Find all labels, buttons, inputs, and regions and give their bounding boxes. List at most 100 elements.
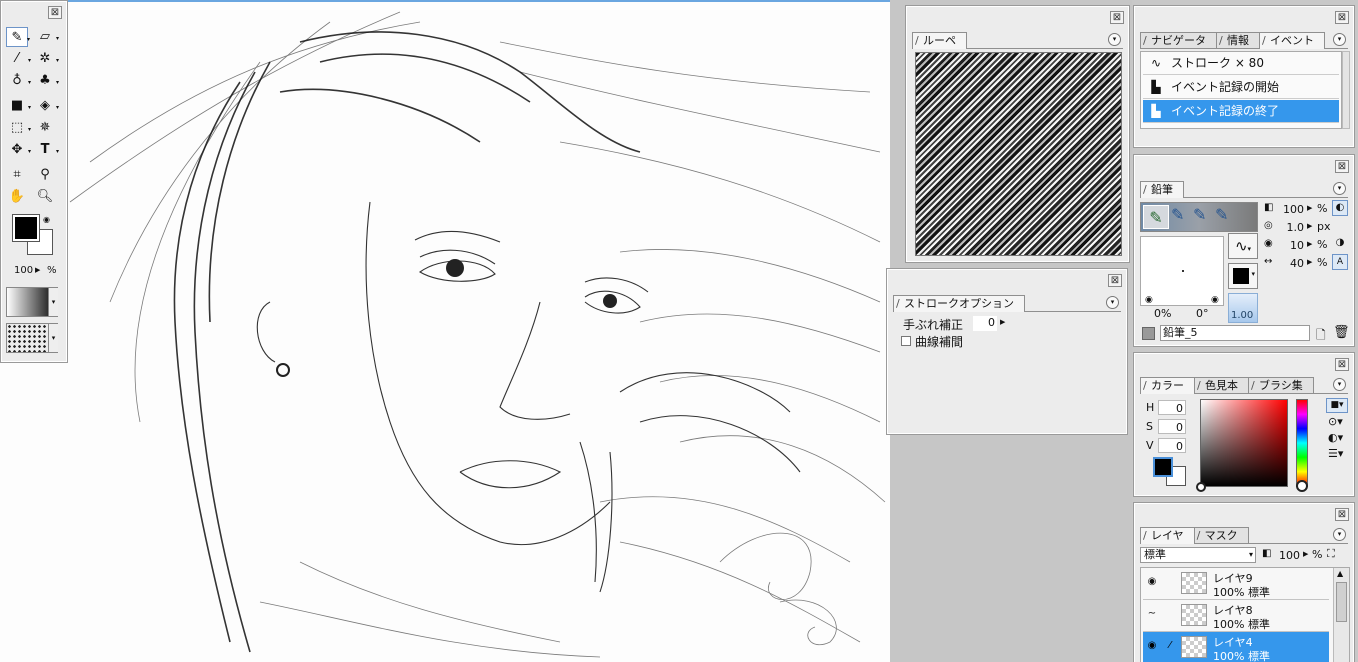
pencil-min-value[interactable]: 10 [1280, 238, 1304, 253]
stroke-options-close-button[interactable]: ⊠ [1108, 274, 1122, 287]
fill-rectangle-tool-icon[interactable]: ■ ▾ [6, 96, 31, 116]
eraser-tool-icon[interactable]: ▱ ▾ [34, 27, 59, 47]
stroke-options-menu-icon[interactable]: ▾ [1106, 296, 1119, 309]
zoom-tool-icon[interactable]: 🔍︎ [34, 187, 56, 207]
h-value-field[interactable]: 0 [1158, 400, 1186, 415]
pencil-spacing-value[interactable]: 40 [1280, 256, 1304, 271]
brush-tool-icon[interactable]: ⁄ ▾ [6, 49, 31, 69]
angle-dial-right-icon[interactable]: ◉ [1211, 295, 1219, 305]
tab-navigator[interactable]: ナビゲータ [1140, 32, 1217, 48]
toolbox-close-button[interactable]: ⊠ [48, 6, 62, 19]
tab-events[interactable]: イベント [1259, 32, 1325, 49]
event-row-selected[interactable]: ▙ イベント記録の終了 [1143, 100, 1339, 123]
eye-hidden-icon[interactable]: ∼ [1145, 608, 1159, 622]
bucket-tool-icon[interactable]: ◈ ▾ [34, 96, 59, 116]
navigator-close-button[interactable]: ⊠ [1335, 11, 1349, 24]
crop-tool-icon[interactable]: ⌗ [6, 165, 28, 185]
scroll-up-icon[interactable]: ▲ [1337, 569, 1343, 578]
tab-swatches[interactable]: 色見本 [1194, 377, 1249, 393]
gradient-dropdown-icon[interactable]: ▾ [48, 288, 58, 316]
color-mode-list-icon[interactable]: ☰▾ [1328, 447, 1343, 460]
magic-wand-tool-icon[interactable]: ✵ [34, 118, 56, 138]
pressure-toggle-icon[interactable]: ◐ [1332, 200, 1348, 216]
color-close-button[interactable]: ⊠ [1335, 358, 1349, 371]
tab-mask[interactable]: マスク [1193, 527, 1249, 543]
loupe-menu-icon[interactable]: ▾ [1108, 33, 1121, 46]
tab-stroke-options[interactable]: ストロークオプション [893, 295, 1025, 312]
tab-pencil[interactable]: 鉛筆 [1140, 181, 1184, 198]
pencil-opacity-arrow-icon[interactable]: ▶ [1307, 204, 1312, 212]
tab-brush-library[interactable]: ブラシ集 [1248, 377, 1314, 393]
new-preset-icon[interactable]: 🗋︎ [1316, 326, 1326, 347]
layer-row[interactable]: ◉ レイヤ9 100% 標準 [1143, 568, 1329, 600]
pencil-preset-icon[interactable]: ✎ [1193, 205, 1206, 224]
s-value-field[interactable]: 0 [1158, 419, 1186, 434]
layer-list-scrollbar[interactable]: ▲ [1333, 568, 1349, 662]
opacity-arrow-icon[interactable]: ▶ [35, 266, 40, 274]
antialias-toggle-icon[interactable]: A [1332, 254, 1348, 270]
curve-interpolation-checkbox[interactable] [901, 336, 911, 346]
event-row[interactable]: ▙ イベント記録の開始 [1143, 76, 1339, 99]
angle-right-value[interactable]: 0° [1196, 307, 1209, 320]
eye-icon[interactable]: ◉ [1145, 640, 1159, 654]
move-tool-icon[interactable]: ✥ ▾ [6, 140, 31, 160]
link-slot-icon[interactable] [1163, 608, 1177, 622]
pencil-preset-icon[interactable]: ✎ [1171, 205, 1184, 224]
pencil-close-button[interactable]: ⊠ [1335, 160, 1349, 173]
color-mode-circle-icon[interactable]: ◐▾ [1328, 431, 1343, 444]
preset-name-field[interactable]: 鉛筆_5 [1160, 325, 1310, 341]
v-value-field[interactable]: 0 [1158, 438, 1186, 453]
color-mode-wheel-icon[interactable]: ⊙▾ [1328, 415, 1343, 428]
smudge-tool-icon[interactable]: ♁ ▾ [6, 71, 31, 91]
text-tool-icon[interactable]: T ▾ [34, 140, 59, 160]
pencil-edit-icon[interactable]: ⁄ [1163, 640, 1177, 654]
eyedropper-tool-icon[interactable]: ⚲ [34, 165, 56, 185]
event-row[interactable]: ∿ ストローク × 80 [1143, 52, 1339, 75]
scroll-thumb[interactable] [1336, 582, 1347, 622]
color-menu-icon[interactable]: ▾ [1333, 378, 1346, 391]
airbrush-tool-icon[interactable]: ✲ ▾ [34, 49, 59, 69]
brush-color-button[interactable]: ▾ [1228, 263, 1258, 289]
pencil-spacing-arrow-icon[interactable]: ▶ [1307, 258, 1312, 266]
layer-opacity-value[interactable]: 100 [1274, 548, 1300, 563]
min-pressure-toggle-icon[interactable]: ◑ [1332, 236, 1348, 252]
pencil-min-arrow-icon[interactable]: ▶ [1307, 240, 1312, 248]
saturation-value-picker[interactable] [1196, 399, 1288, 492]
loupe-close-button[interactable]: ⊠ [1110, 11, 1124, 24]
brush-preset-strip[interactable]: ✎ ✎ ✎ ✎ [1140, 202, 1258, 232]
link-slot-icon[interactable] [1163, 576, 1177, 590]
smoothing-value-field[interactable]: 0 [973, 316, 997, 331]
swap-colors-icon[interactable]: ◉ [43, 215, 53, 225]
foreground-color-swatch[interactable] [12, 214, 40, 242]
scale-button[interactable]: 1.00 [1228, 293, 1258, 323]
drawing-canvas[interactable] [0, 0, 890, 662]
color-fg-swatch[interactable] [1153, 457, 1173, 477]
stroke-type-button[interactable]: ∿▾ [1228, 233, 1258, 259]
layers-close-button[interactable]: ⊠ [1335, 508, 1349, 521]
marquee-tool-icon[interactable]: ⬚ ▾ [6, 118, 31, 138]
angle-left-value[interactable]: 0% [1154, 307, 1171, 320]
tab-layers[interactable]: レイヤ [1140, 527, 1195, 544]
layers-menu-icon[interactable]: ▾ [1333, 528, 1346, 541]
stamp-tool-icon[interactable]: ♣ ▾ [34, 71, 59, 91]
event-list-scrollbar[interactable] [1342, 51, 1350, 129]
pencil-opacity-value[interactable]: 100 [1280, 202, 1304, 217]
pencil-tool-icon[interactable]: ✎ ▾ [6, 27, 30, 47]
navigator-menu-icon[interactable]: ▾ [1333, 33, 1346, 46]
pencil-size-arrow-icon[interactable]: ▶ [1307, 222, 1312, 230]
pencil-menu-icon[interactable]: ▾ [1333, 182, 1346, 195]
tab-loupe[interactable]: ルーペ [912, 32, 967, 49]
texture-dropdown-icon[interactable]: ▾ [48, 324, 58, 352]
hue-slider[interactable] [1296, 399, 1308, 492]
tab-color[interactable]: カラー [1140, 377, 1195, 394]
smoothing-arrow-icon[interactable]: ▶ [1000, 318, 1005, 326]
color-mode-square-icon[interactable]: ■▾ [1326, 398, 1348, 413]
tab-info[interactable]: 情報 [1216, 32, 1260, 48]
delete-preset-icon[interactable]: 🗑︎ [1333, 325, 1350, 340]
toolbox-opacity-value[interactable]: 100 [14, 265, 33, 276]
layer-opacity-arrow-icon[interactable]: ▶ [1303, 550, 1308, 558]
layer-row[interactable]: ∼ レイヤ8 100% 標準 [1143, 600, 1329, 632]
gradient-selector[interactable]: ▾ [6, 287, 58, 317]
lock-transparency-icon[interactable]: ⛶ [1327, 547, 1335, 561]
layer-row-selected[interactable]: ◉ ⁄ レイヤ4 100% 標準 [1143, 632, 1329, 662]
